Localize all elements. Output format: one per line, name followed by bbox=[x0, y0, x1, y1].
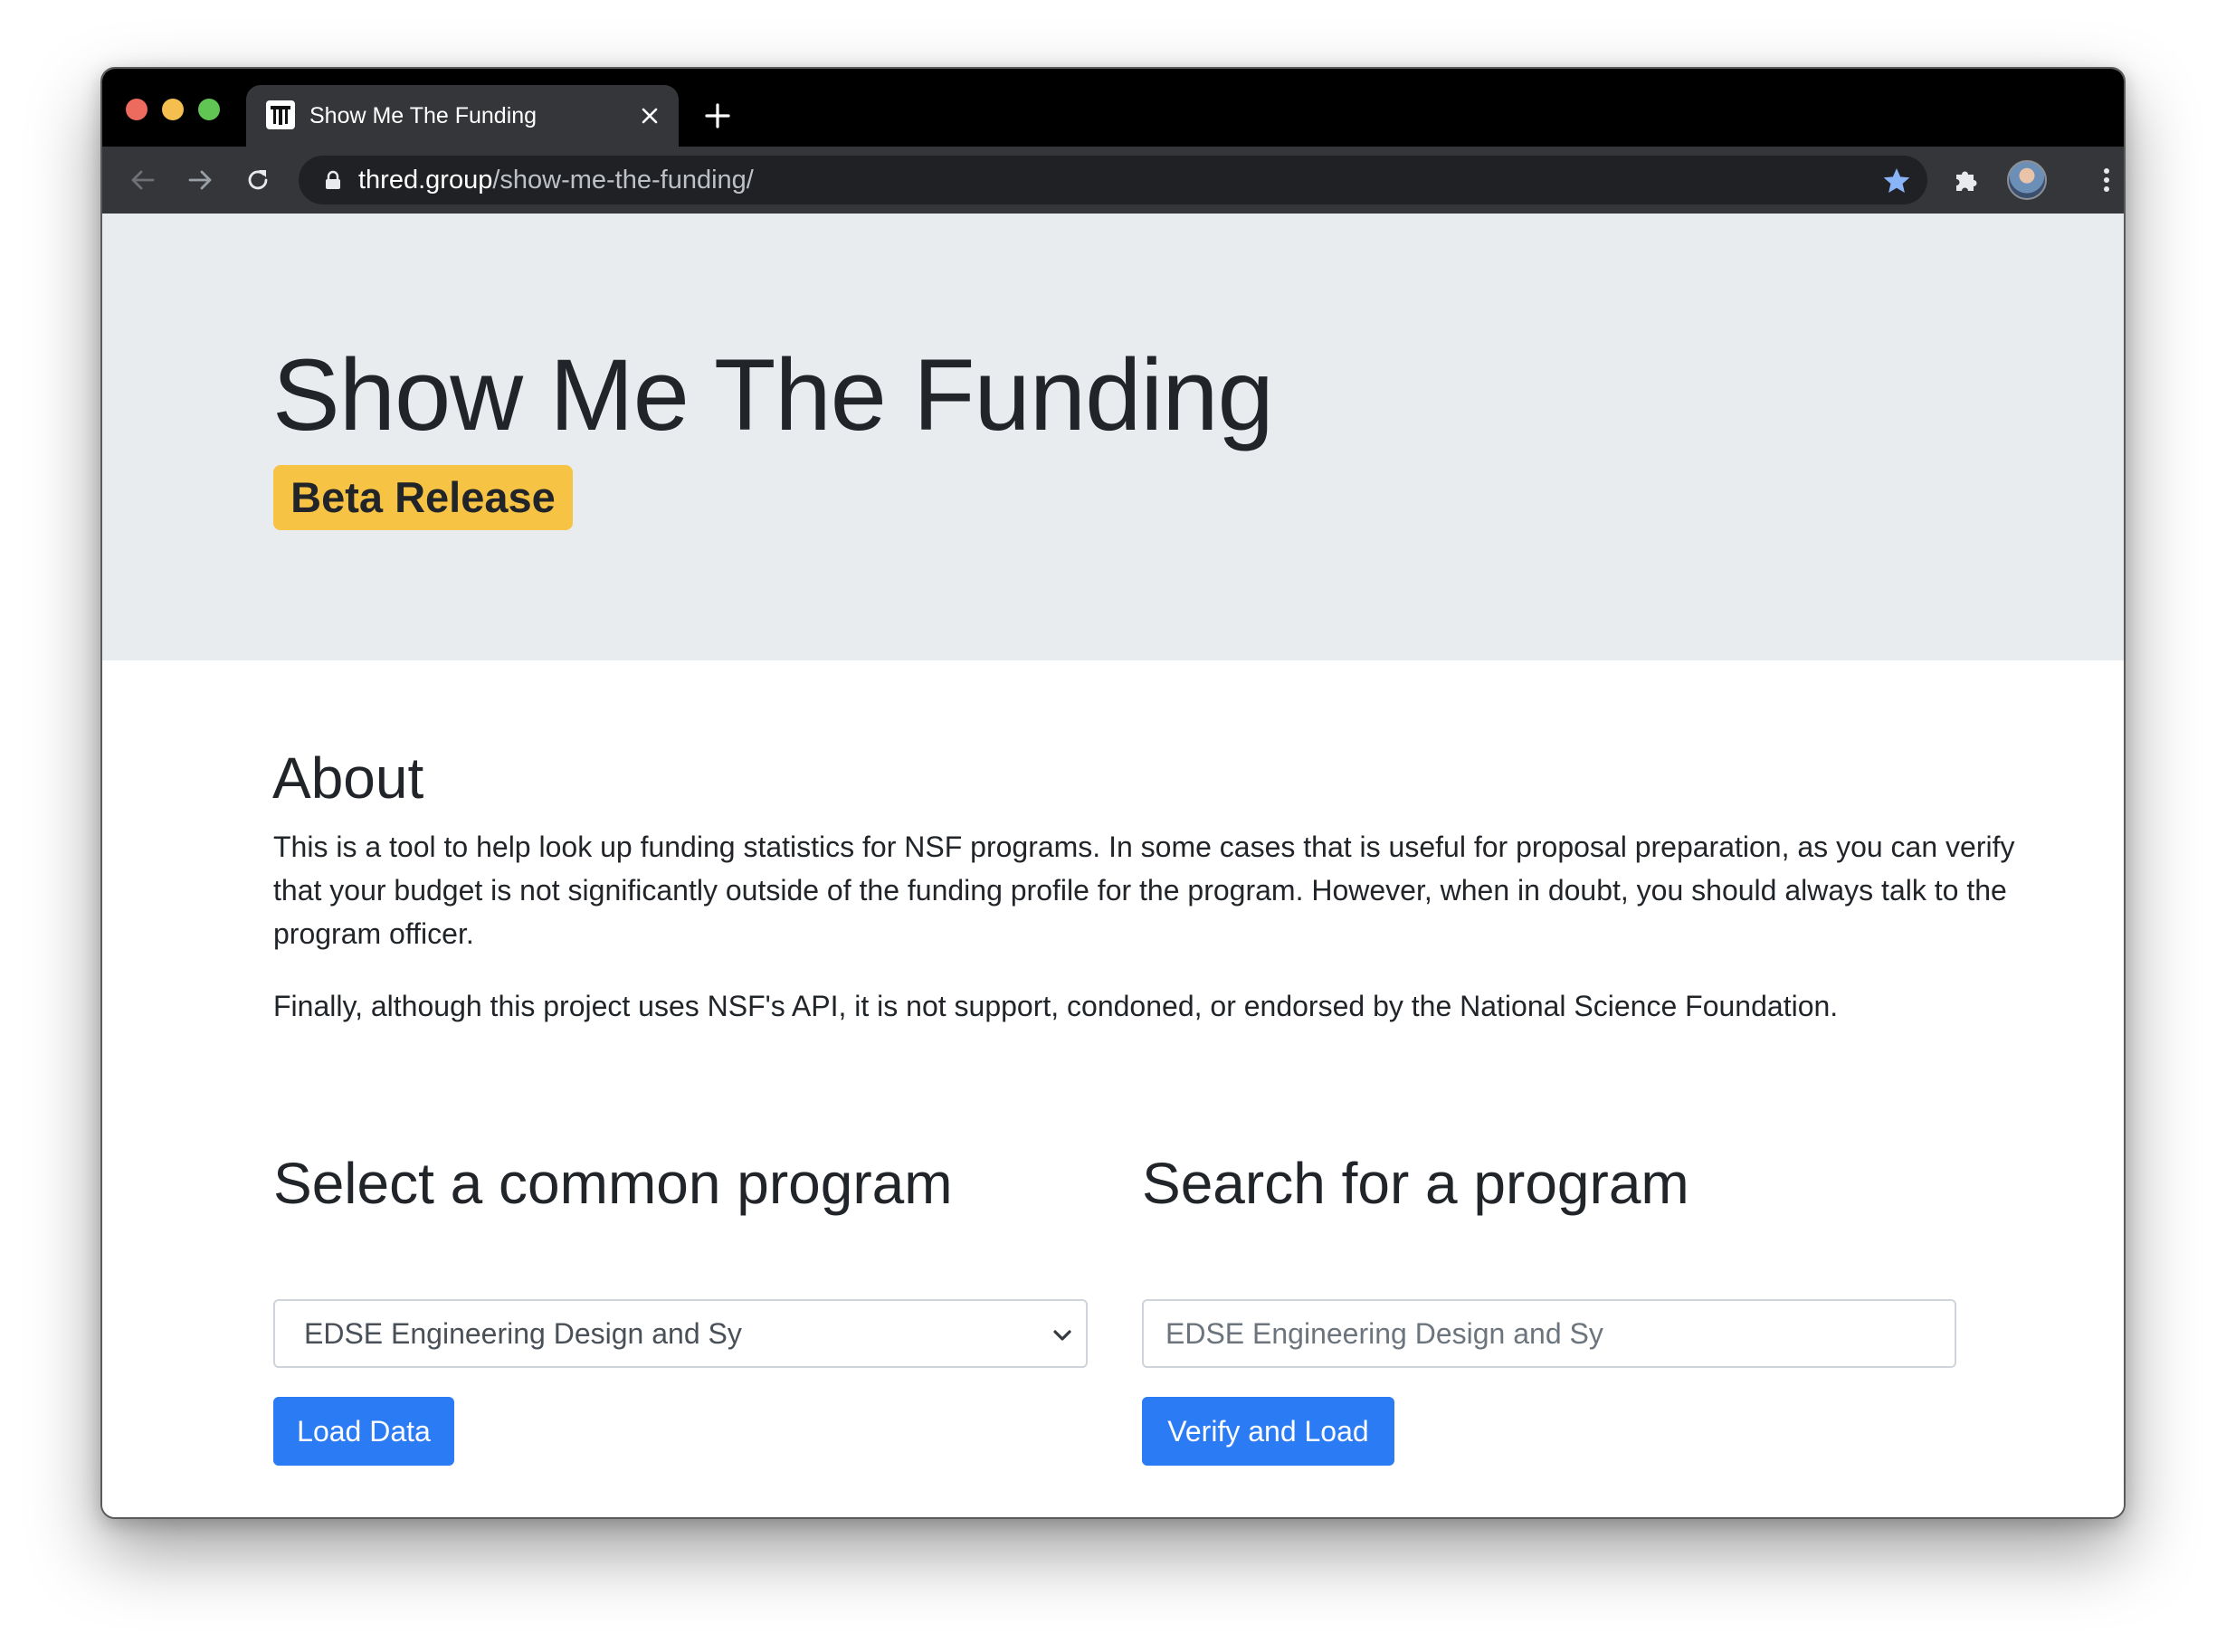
zoom-window-button[interactable] bbox=[198, 99, 220, 120]
lock-icon bbox=[326, 170, 340, 189]
reload-icon[interactable] bbox=[241, 163, 275, 197]
forward-arrow-icon[interactable] bbox=[183, 163, 217, 197]
hero-banner: Show Me The Funding Beta Release bbox=[102, 214, 2124, 660]
verify-and-load-button[interactable]: Verify and Load bbox=[1142, 1397, 1394, 1466]
browser-tab[interactable]: Show Me The Funding bbox=[246, 85, 679, 147]
tab-strip: Show Me The Funding bbox=[102, 69, 2124, 147]
about-paragraph-1: This is a tool to help look up funding s… bbox=[273, 831, 2015, 950]
beta-badge: Beta Release bbox=[273, 465, 573, 530]
program-select[interactable]: EDSE Engineering Design and Sy bbox=[273, 1299, 1088, 1368]
about-heading: About bbox=[272, 745, 424, 811]
extensions-puzzle-icon[interactable] bbox=[1948, 163, 1983, 197]
load-data-button[interactable]: Load Data bbox=[273, 1397, 454, 1466]
bookmark-star-icon[interactable] bbox=[1882, 166, 1911, 195]
url-host: thred.group bbox=[358, 166, 493, 195]
profile-avatar[interactable] bbox=[2007, 160, 2047, 200]
program-search-input[interactable]: EDSE Engineering Design and Sy bbox=[1142, 1299, 1956, 1368]
chevron-down-icon bbox=[1053, 1330, 1071, 1341]
program-select-value: EDSE Engineering Design and Sy bbox=[304, 1317, 742, 1350]
about-paragraph-2: Finally, although this project uses NSF'… bbox=[273, 990, 1839, 1022]
url-path: /show-me-the-funding/ bbox=[492, 166, 754, 195]
select-program-heading: Select a common program bbox=[273, 1151, 953, 1216]
about-description: This is a tool to help look up funding s… bbox=[273, 825, 2047, 1057]
address-bar[interactable]: thred.group/show-me-the-funding/ bbox=[299, 156, 1927, 204]
new-tab-plus-icon[interactable] bbox=[701, 100, 734, 132]
tab-close-icon[interactable] bbox=[637, 103, 662, 128]
close-window-button[interactable] bbox=[126, 99, 147, 120]
site-favicon-icon bbox=[266, 100, 295, 129]
browser-window: Show Me The Funding thred.group/show-me-… bbox=[100, 67, 2126, 1519]
search-program-heading: Search for a program bbox=[1142, 1151, 1689, 1216]
tab-title: Show Me The Funding bbox=[309, 103, 537, 128]
page-content: Show Me The Funding Beta Release About T… bbox=[102, 214, 2124, 1517]
back-arrow-icon[interactable] bbox=[126, 163, 160, 197]
minimize-window-button[interactable] bbox=[162, 99, 184, 120]
page-title: Show Me The Funding bbox=[272, 338, 1274, 451]
more-menu-icon[interactable] bbox=[2089, 163, 2124, 197]
browser-toolbar: thred.group/show-me-the-funding/ bbox=[102, 147, 2124, 214]
url-text: thred.group/show-me-the-funding/ bbox=[358, 166, 754, 195]
search-placeholder: EDSE Engineering Design and Sy bbox=[1165, 1317, 1603, 1350]
